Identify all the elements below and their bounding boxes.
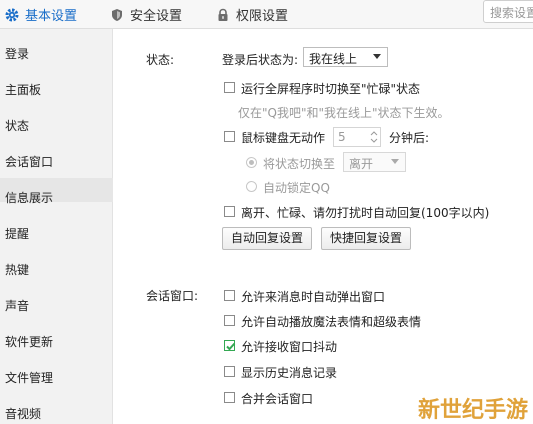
auto-popup-label: 允许来消息时自动弹出窗口 bbox=[241, 290, 386, 304]
auto-lock-label: 自动锁定QQ bbox=[263, 181, 330, 195]
stepper-arrows-icon[interactable] bbox=[370, 130, 378, 144]
chevron-down-icon bbox=[391, 159, 399, 164]
idle-minutes-stepper[interactable]: 5 bbox=[333, 127, 381, 147]
login-status-label: 登录后状态为: bbox=[222, 53, 299, 67]
idle-checkbox[interactable] bbox=[224, 131, 235, 142]
merge-windows-checkbox[interactable] bbox=[224, 392, 235, 403]
sidebar-item-info-display[interactable]: 信息展示 bbox=[5, 189, 53, 206]
chat-section-heading: 会话窗口: bbox=[146, 289, 199, 303]
fullscreen-busy-label: 运行全屏程序时切换至"忙碌"状态 bbox=[241, 82, 421, 96]
login-status-value: 我在线上 bbox=[309, 52, 358, 66]
sidebar-item-sound[interactable]: 声音 bbox=[5, 297, 29, 314]
sidebar-item-file-management[interactable]: 文件管理 bbox=[5, 369, 53, 386]
sidebar-item-chat-window[interactable]: 会话窗口 bbox=[5, 153, 53, 170]
idle-minutes-value: 5 bbox=[338, 130, 346, 144]
magic-emoji-checkbox[interactable] bbox=[224, 315, 235, 326]
gear-icon bbox=[5, 8, 19, 21]
auto-lock-radio[interactable] bbox=[246, 181, 257, 192]
window-shake-label: 允许接收窗口抖动 bbox=[241, 340, 338, 354]
shield-icon bbox=[112, 8, 122, 21]
login-status-select[interactable]: 我在线上 bbox=[303, 47, 388, 67]
tab-label: 基本设置 bbox=[25, 9, 78, 24]
fullscreen-busy-checkbox[interactable] bbox=[224, 82, 235, 93]
fullscreen-busy-hint: 仅在"Q我吧"和"我在线上"状态下生效。 bbox=[238, 106, 450, 120]
auto-reply-settings-button[interactable]: 自动回复设置 bbox=[222, 227, 312, 250]
tab-basic-settings[interactable]: 基本设置 bbox=[5, 0, 77, 29]
sidebar-item-login[interactable]: 登录 bbox=[5, 45, 29, 62]
auto-popup-checkbox[interactable] bbox=[224, 290, 235, 301]
checkmark-icon bbox=[226, 342, 236, 351]
tab-security-settings[interactable]: 安全设置 bbox=[110, 0, 182, 29]
lock-icon bbox=[218, 8, 228, 21]
search-input[interactable]: 搜索设置 bbox=[483, 0, 533, 23]
idle-label: 鼠标键盘无动作 bbox=[241, 131, 326, 145]
merge-windows-label: 合并会话窗口 bbox=[241, 392, 314, 406]
switch-status-label: 将状态切换至 bbox=[263, 157, 336, 171]
sidebar-item-reminder[interactable]: 提醒 bbox=[5, 225, 29, 242]
switch-status-select[interactable]: 离开 bbox=[343, 152, 406, 172]
sidebar: 登录 主面板 状态 会话窗口 信息展示 提醒 热键 声音 软件更新 文件管理 音… bbox=[0, 29, 113, 424]
tab-label: 安全设置 bbox=[130, 9, 183, 24]
watermark-logo: 新世纪手游 bbox=[418, 398, 529, 423]
sidebar-item-audio-video[interactable]: 音视频 bbox=[5, 405, 41, 422]
auto-reply-label: 离开、忙碌、请勿打扰时自动回复(100字以内) bbox=[241, 206, 490, 220]
sidebar-item-main-panel[interactable]: 主面板 bbox=[5, 81, 41, 98]
sidebar-item-hotkey[interactable]: 热键 bbox=[5, 261, 29, 278]
switch-status-value: 离开 bbox=[349, 157, 374, 171]
sidebar-item-status[interactable]: 状态 bbox=[5, 117, 29, 134]
status-section-heading: 状态: bbox=[146, 53, 175, 67]
window-shake-checkbox[interactable] bbox=[224, 340, 236, 351]
magic-emoji-label: 允许自动播放魔法表情和超级表情 bbox=[241, 315, 422, 329]
idle-suffix: 分钟后: bbox=[389, 131, 430, 145]
tab-label: 权限设置 bbox=[236, 9, 289, 24]
auto-reply-checkbox[interactable] bbox=[224, 206, 235, 217]
sidebar-item-software-update[interactable]: 软件更新 bbox=[5, 333, 53, 350]
history-label: 显示历史消息记录 bbox=[241, 366, 338, 380]
quick-reply-settings-button[interactable]: 快捷回复设置 bbox=[321, 227, 411, 250]
switch-status-radio[interactable] bbox=[246, 157, 257, 168]
history-checkbox[interactable] bbox=[224, 366, 235, 377]
settings-tab-bar: 基本设置 安全设置 权限设置 搜索设置 bbox=[0, 0, 533, 29]
tab-permission-settings[interactable]: 权限设置 bbox=[216, 0, 288, 29]
chevron-down-icon bbox=[373, 54, 381, 59]
search-placeholder: 搜索设置 bbox=[490, 6, 533, 20]
